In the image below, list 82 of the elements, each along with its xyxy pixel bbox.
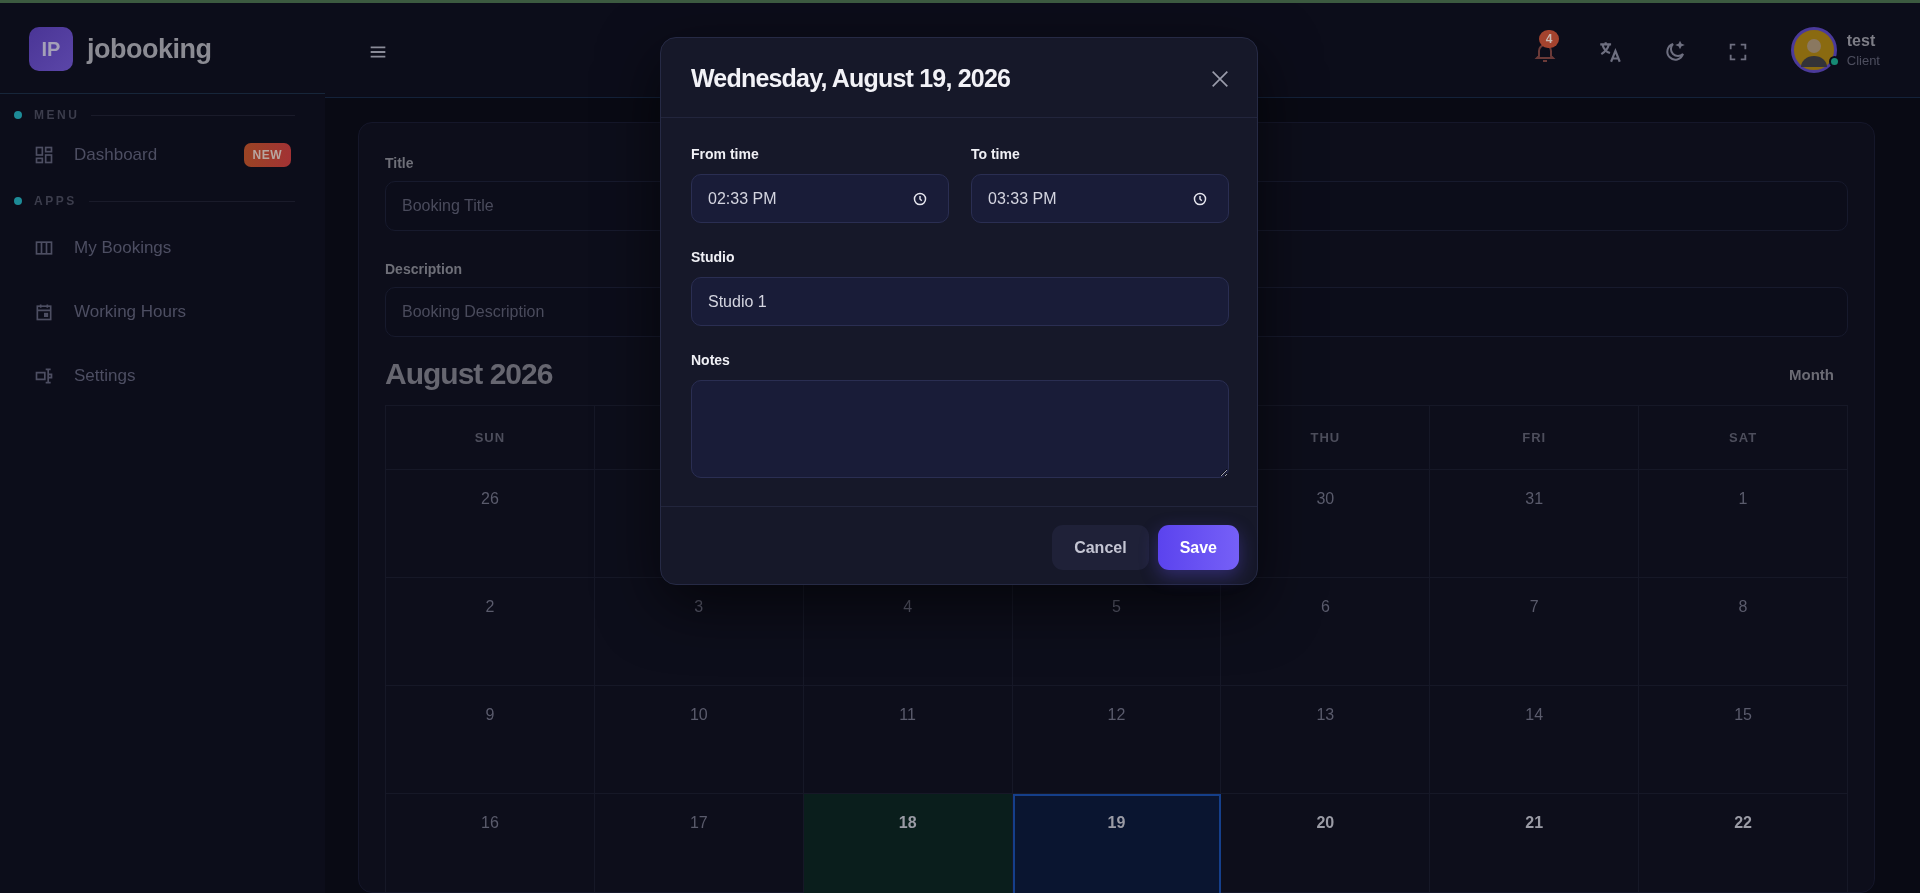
user-name: test <box>1846 32 1877 50</box>
notes-field[interactable] <box>691 380 1229 478</box>
save-button[interactable]: Save <box>1157 525 1239 570</box>
day-cell[interactable]: 7 <box>1430 578 1640 686</box>
time-field[interactable]: 02:33 PM <box>691 174 949 223</box>
day-cell[interactable]: 17 <box>594 794 804 893</box>
day-cell[interactable]: 15 <box>1639 686 1848 794</box>
user-role: Client <box>1846 53 1880 68</box>
cancel-button[interactable]: Cancel <box>1052 525 1149 570</box>
notification-count: 4 <box>1538 30 1560 48</box>
day-number: 6 <box>1320 598 1330 616</box>
day-number: 7 <box>1529 598 1539 616</box>
day-cell[interactable]: 1 <box>1639 470 1848 578</box>
dialog-title: Wednesday, August 19, 2026 <box>691 64 1011 93</box>
day-cell[interactable]: 18 <box>803 794 1013 893</box>
day-number: 3 <box>694 598 704 616</box>
field-label: From time <box>691 146 759 162</box>
new-badge: NEW <box>243 143 291 167</box>
day-number: 19 <box>1107 814 1126 832</box>
brand-name: jobooking <box>87 33 212 65</box>
weekday-header: THU <box>1310 430 1341 445</box>
day-number: 14 <box>1525 706 1544 724</box>
sidebar-item[interactable]: Working Hours <box>0 280 325 344</box>
section-dot <box>14 197 22 205</box>
day-cell[interactable]: 21 <box>1430 794 1640 893</box>
day-cell[interactable]: 26 <box>386 470 595 578</box>
weekday-header: SAT <box>1729 430 1758 445</box>
sidebar-item[interactable]: Dashboard NEW <box>0 130 325 180</box>
day-number: 31 <box>1525 490 1544 508</box>
sidebar-item[interactable]: My Bookings <box>0 216 325 280</box>
field-label: Description <box>385 261 462 277</box>
day-cell[interactable]: 2 <box>386 578 595 686</box>
logo: IP <box>29 27 73 71</box>
dashboard-icon <box>34 145 54 165</box>
day-number: 1 <box>1738 490 1748 508</box>
clock-icon <box>913 192 927 206</box>
day-cell[interactable]: 19 <box>1012 794 1222 893</box>
day-number: 17 <box>689 814 708 832</box>
calendar-title: August 2026 <box>385 357 553 391</box>
day-number: 9 <box>485 706 495 724</box>
day-cell[interactable]: 10 <box>594 686 804 794</box>
day-number: 2 <box>485 598 495 616</box>
day-number: 26 <box>481 490 499 508</box>
time-field[interactable]: 03:33 PM <box>971 174 1229 223</box>
day-number: 10 <box>689 706 708 724</box>
settings-icon <box>34 366 54 386</box>
day-number: 11 <box>899 706 916 724</box>
day-cell[interactable]: 31 <box>1430 470 1640 578</box>
day-number: 16 <box>481 814 499 832</box>
field-label: Studio <box>691 249 735 265</box>
day-number: 15 <box>1734 706 1752 724</box>
day-cell[interactable]: 20 <box>1221 794 1431 893</box>
field-label: Notes <box>691 352 730 368</box>
calendar-icon <box>34 302 54 322</box>
day-number: 4 <box>903 598 913 616</box>
day-number: 21 <box>1525 814 1544 832</box>
field-label: Title <box>385 155 414 171</box>
day-number: 12 <box>1107 706 1126 724</box>
columns-icon <box>34 238 54 258</box>
notifications-button[interactable]: 4 <box>1526 30 1563 70</box>
day-cell[interactable]: 14 <box>1430 686 1640 794</box>
day-number: 8 <box>1738 598 1748 616</box>
field-label: To time <box>971 146 1020 162</box>
sidebar-item[interactable]: Settings <box>0 344 325 408</box>
day-cell[interactable]: 8 <box>1639 578 1848 686</box>
day-number: 5 <box>1112 598 1121 616</box>
day-number: 20 <box>1316 814 1335 832</box>
weekday-header: SUN <box>474 430 506 445</box>
month-view-button[interactable]: Month <box>1775 359 1848 389</box>
day-cell[interactable]: 16 <box>386 794 595 893</box>
studio-field[interactable]: Studio 1 <box>691 277 1229 326</box>
day-number: 30 <box>1316 490 1335 508</box>
clock-icon <box>1193 192 1207 206</box>
day-number: 13 <box>1316 706 1335 724</box>
day-cell[interactable]: 13 <box>1221 686 1431 794</box>
day-cell[interactable]: 9 <box>386 686 595 794</box>
day-cell[interactable]: 22 <box>1639 794 1848 893</box>
day-number: 18 <box>898 814 917 832</box>
day-number: 22 <box>1734 814 1752 832</box>
section-dot <box>14 111 22 119</box>
weekday-header: FRI <box>1522 430 1547 445</box>
avatar[interactable] <box>1790 27 1837 73</box>
